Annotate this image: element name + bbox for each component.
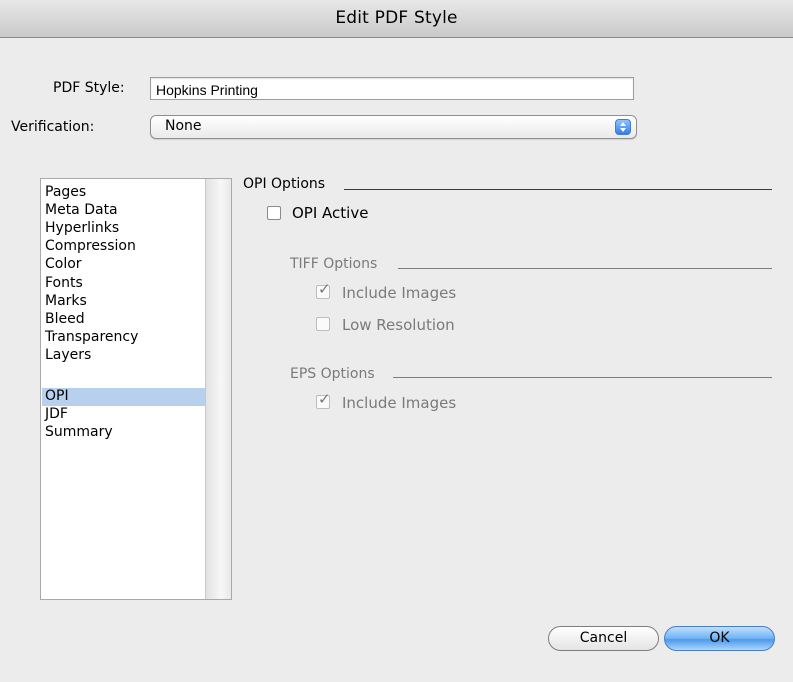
category-list[interactable]: Pages Meta Data Hyperlinks Compression C… [40,178,232,600]
ok-button[interactable]: OK [664,626,775,651]
list-scrollbar[interactable] [205,179,231,599]
sidebar-item-meta-data[interactable]: Meta Data [42,202,206,220]
verification-label: Verification: [11,119,95,135]
sidebar-item-summary[interactable]: Summary [42,424,206,442]
sidebar-item-pages[interactable]: Pages [42,184,206,202]
checkmark-icon: ✓ [318,280,331,298]
tiff-low-resolution-checkbox[interactable] [316,317,330,331]
sidebar-item-color[interactable]: Color [42,256,206,274]
sidebar-item-bleed[interactable]: Bleed [42,311,206,329]
verification-value: None [165,118,202,134]
pdf-style-label: PDF Style: [53,80,125,96]
eps-options-divider [393,377,772,378]
tiff-options-title: TIFF Options [290,256,378,272]
sidebar-item-fonts[interactable]: Fonts [42,275,206,293]
tiff-include-images-label: Include Images [342,284,457,302]
window-title: Edit PDF Style [335,8,458,28]
opi-options-title: OPI Options [243,176,326,192]
up-down-arrows-icon [615,119,631,135]
sidebar-item-layers[interactable]: Layers [42,347,206,365]
eps-include-images-checkbox[interactable]: ✓ [316,390,331,409]
sidebar-item-transparency[interactable]: Transparency [42,329,206,347]
opi-active-checkbox[interactable] [267,206,281,220]
tiff-include-images-checkbox[interactable]: ✓ [316,280,331,299]
tiff-options-divider [398,268,772,269]
sidebar-item-marks[interactable]: Marks [42,293,206,311]
tiff-low-resolution-label: Low Resolution [342,316,455,334]
eps-include-images-label: Include Images [342,394,457,412]
opi-active-label: OPI Active [292,204,369,222]
sidebar-item-jdf[interactable]: JDF [42,406,206,424]
cancel-button[interactable]: Cancel [548,626,659,651]
sidebar-item-opi[interactable]: OPI [42,388,206,406]
verification-select[interactable]: None [150,115,637,139]
title-bar: Edit PDF Style [0,0,793,38]
opi-options-divider [344,189,772,190]
eps-options-title: EPS Options [290,366,375,382]
sidebar-item-compression[interactable]: Compression [42,238,206,256]
pdf-style-input[interactable] [150,77,634,100]
checkmark-icon: ✓ [318,390,331,408]
sidebar-item-hyperlinks[interactable]: Hyperlinks [42,220,206,238]
